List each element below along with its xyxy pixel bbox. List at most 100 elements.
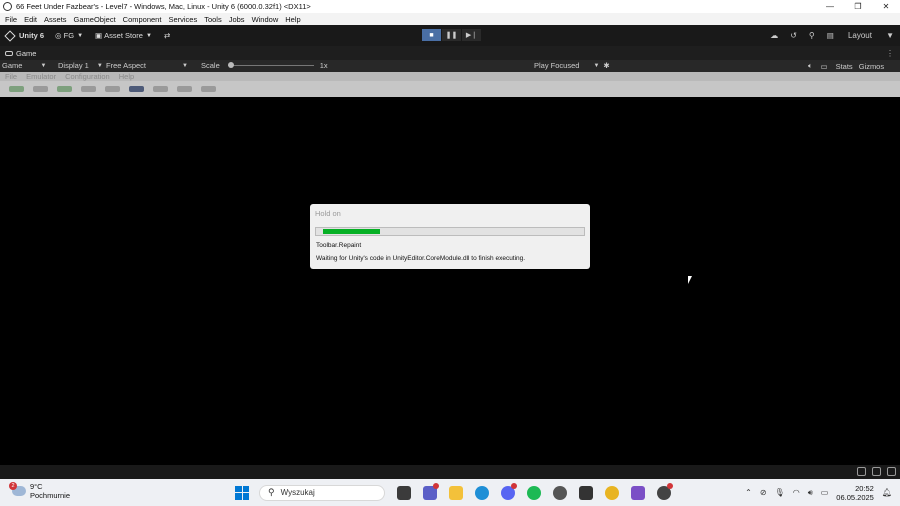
- emu-tool-icon[interactable]: [105, 86, 120, 92]
- scale-slider-knob[interactable]: [227, 61, 234, 68]
- progress-bar: [315, 227, 585, 236]
- cloud-icon[interactable]: ☁: [770, 31, 778, 40]
- emu-tool-icon[interactable]: [153, 86, 168, 92]
- emu-menu-emulator[interactable]: Emulator: [26, 72, 56, 81]
- weather-widget[interactable]: 2 9°C Pochmurnie: [9, 482, 70, 500]
- maximize-button[interactable]: ❐: [844, 0, 872, 13]
- play-stop-button[interactable]: ■: [422, 29, 441, 41]
- layout-label: Layout: [847, 31, 872, 40]
- unity-editor-icon[interactable]: [579, 485, 593, 500]
- clock[interactable]: 20:52 06.05.2025: [836, 484, 874, 502]
- task-view-icon[interactable]: [397, 485, 411, 500]
- emu-tool-icon[interactable]: [129, 86, 144, 92]
- discord-icon[interactable]: [501, 482, 517, 500]
- layers-icon[interactable]: [872, 467, 881, 476]
- menu-assets[interactable]: Assets: [44, 15, 67, 24]
- weather-text: 9°C Pochmurnie: [30, 482, 70, 500]
- step-button[interactable]: ▶❘: [462, 29, 481, 41]
- account-dropdown[interactable]: ◎ FG ▼: [55, 31, 83, 40]
- app-icon[interactable]: [605, 485, 619, 500]
- aspect-dropdown[interactable]: Free Aspect ▼: [106, 61, 188, 70]
- network-status-icon[interactable]: [857, 467, 866, 476]
- search-icon[interactable]: ⚲: [809, 31, 815, 40]
- tab-game-label: Game: [16, 48, 37, 58]
- chevron-down-icon: ▼: [145, 32, 152, 39]
- notifications-icon[interactable]: 🔔︎: [882, 488, 892, 497]
- emu-tool-icon[interactable]: [201, 86, 216, 92]
- display-dropdown[interactable]: Display 1 ▼: [58, 61, 103, 70]
- emulator-toolbar: [0, 81, 900, 97]
- file-explorer-icon[interactable]: [449, 485, 463, 500]
- game-mode-label: Game: [2, 61, 23, 70]
- close-button[interactable]: ✕: [872, 0, 900, 13]
- emu-menu-configuration[interactable]: Configuration: [65, 72, 110, 81]
- stats-toggle[interactable]: Stats: [836, 62, 853, 71]
- gizmos-toggle[interactable]: Gizmos: [859, 62, 884, 71]
- microphone-icon[interactable]: 🎙︎: [775, 488, 785, 497]
- emu-tool-icon[interactable]: [9, 86, 24, 92]
- unity-label: Unity 6: [19, 31, 45, 40]
- asset-store-label: Asset Store: [104, 31, 143, 40]
- emu-menu-help[interactable]: Help: [119, 72, 134, 81]
- unity-menu-button[interactable]: Unity 6: [4, 29, 45, 42]
- tab-game[interactable]: Game: [5, 49, 36, 58]
- emu-menu-file[interactable]: File: [5, 72, 17, 81]
- keyboard-icon[interactable]: ▭: [821, 62, 828, 71]
- menu-services[interactable]: Services: [168, 15, 197, 24]
- speaker-icon[interactable]: 🔈︎: [808, 61, 813, 71]
- progress-status-icon[interactable]: [887, 467, 896, 476]
- window-title: 66 Feet Under Fazbear's - Level7 - Windo…: [16, 2, 311, 11]
- menu-component[interactable]: Component: [123, 15, 162, 24]
- unity-hub-icon[interactable]: [553, 485, 567, 500]
- layout-dropdown[interactable]: ▤ Layout ▼: [827, 31, 894, 40]
- chevron-down-icon: ▼: [886, 31, 894, 40]
- wifi-icon[interactable]: ◠: [793, 488, 800, 497]
- menu-window[interactable]: Window: [252, 15, 279, 24]
- windows-start-icon[interactable]: [235, 485, 249, 500]
- status-icons: [851, 467, 896, 476]
- network-icon[interactable]: ⊘: [760, 488, 767, 497]
- notification-badge: [433, 482, 439, 489]
- teams-icon[interactable]: [423, 482, 439, 500]
- more-options-icon[interactable]: ⋮: [886, 49, 894, 58]
- menu-help[interactable]: Help: [285, 15, 300, 24]
- battery-icon[interactable]: ▭: [821, 488, 829, 497]
- play-mode-dropdown[interactable]: Play Focused ▼ ✱: [534, 61, 610, 70]
- visual-studio-icon[interactable]: [631, 485, 645, 500]
- minimize-button[interactable]: —: [816, 0, 844, 13]
- chevron-down-icon: ▼: [77, 32, 84, 39]
- menu-tools[interactable]: Tools: [204, 15, 222, 24]
- menu-gameobject[interactable]: GameObject: [74, 15, 116, 24]
- chevron-down-icon: ▼: [182, 62, 188, 69]
- scale-slider[interactable]: [227, 61, 314, 68]
- github-desktop-icon[interactable]: [657, 482, 673, 500]
- taskbar-search[interactable]: ⚲ Wyszukaj: [259, 484, 385, 501]
- game-mode-dropdown[interactable]: Game ▼: [2, 61, 46, 70]
- menu-file[interactable]: File: [5, 15, 17, 24]
- dialog-operation: Toolbar.Repaint: [316, 242, 362, 249]
- aspect-label: Free Aspect: [106, 61, 147, 70]
- chevron-up-icon[interactable]: ⌃: [745, 488, 752, 497]
- history-icon[interactable]: ↺: [790, 31, 797, 40]
- search-placeholder: Wyszukaj: [280, 488, 315, 497]
- pause-button[interactable]: ❚❚: [442, 29, 461, 41]
- emu-tool-icon[interactable]: [57, 86, 72, 92]
- edge-icon[interactable]: [475, 485, 489, 500]
- search-icon: ⚲: [268, 487, 275, 497]
- volume-icon[interactable]: 🔊︎: [808, 488, 813, 498]
- chevron-down-icon: ▼: [593, 62, 600, 69]
- spotify-icon[interactable]: [527, 485, 541, 500]
- dialog-title: Hold on: [315, 209, 341, 218]
- asset-store-dropdown[interactable]: ▣ Asset Store ▼: [95, 31, 152, 40]
- emu-tool-icon[interactable]: [33, 86, 48, 92]
- game-view-right-controls: 🔈︎ ▭ Stats Gizmos: [808, 61, 884, 71]
- scale-label: Scale: [201, 61, 220, 70]
- emu-tool-icon[interactable]: [177, 86, 192, 92]
- menu-jobs[interactable]: Jobs: [229, 15, 245, 24]
- emu-tool-icon[interactable]: [81, 86, 96, 92]
- version-control-icon[interactable]: ⇄: [164, 31, 170, 40]
- menu-edit[interactable]: Edit: [24, 15, 37, 24]
- game-viewport[interactable]: [0, 97, 900, 465]
- play-controls: ■ ❚❚ ▶❘: [422, 29, 482, 41]
- bug-icon[interactable]: ✱: [603, 61, 609, 70]
